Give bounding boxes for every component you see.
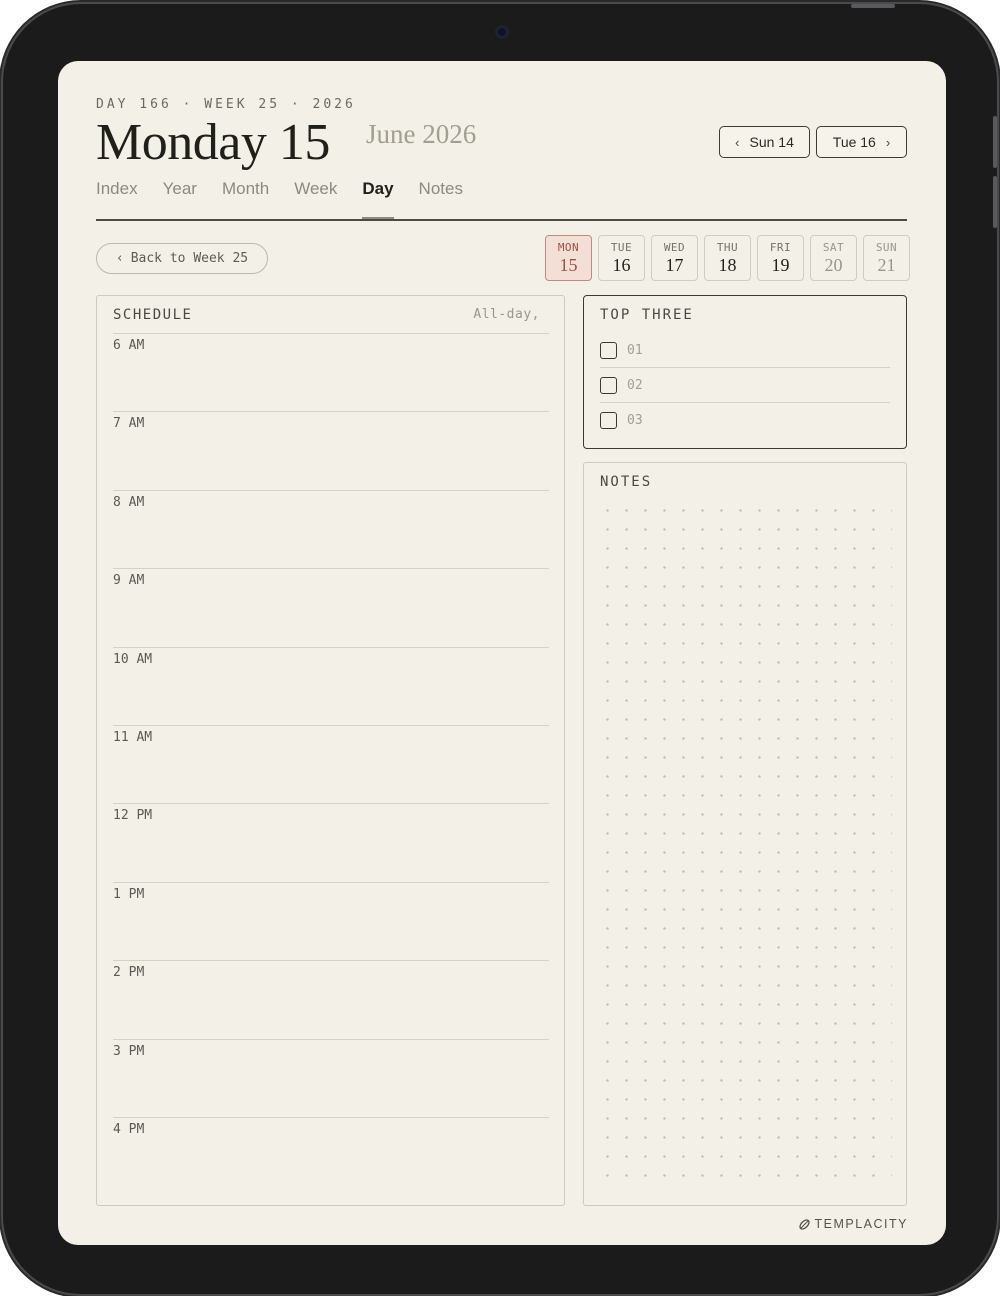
hour-label: 3 PM (113, 1043, 145, 1059)
previous-day-button[interactable]: ‹ Sun 14 (719, 126, 810, 158)
checkbox[interactable] (600, 412, 617, 429)
day-cell-sat[interactable]: SAT 20 (810, 235, 857, 281)
planner-page: DAY 166 · WEEK 25 · 2026 Monday 15 June … (58, 61, 946, 1245)
week-day-strip: MON 15 TUE 16 WED 17 THU 18 FRI 19 SAT 2… (545, 235, 910, 281)
notes-title: NOTES (600, 474, 653, 490)
month-subtitle: June 2026 (366, 119, 477, 149)
hour-slot[interactable]: 7 AM (113, 411, 549, 489)
next-day-label: Tue 16 (832, 134, 876, 150)
page-title: Monday 15 (96, 114, 330, 171)
tab-divider (96, 219, 907, 221)
top-three-item-label[interactable]: 03 (627, 413, 643, 428)
hour-list: 6 AM 7 AM 8 AM 9 AM 10 AM 11 AM 12 PM 1 … (113, 333, 549, 1195)
day-number: 19 (771, 255, 790, 275)
schedule-title: SCHEDULE (113, 307, 193, 323)
brand-name: TEMPLACITY (814, 1217, 908, 1231)
hour-label: 4 PM (113, 1121, 145, 1137)
back-to-week-label: Back to Week 25 (130, 251, 249, 266)
hour-slot[interactable]: 2 PM (113, 960, 549, 1038)
dot-grid (598, 501, 892, 1191)
day-name: TUE (610, 241, 633, 254)
hour-label: 2 PM (113, 965, 145, 981)
day-cell-thu[interactable]: THU 18 (704, 235, 751, 281)
tab-week[interactable]: Week (294, 179, 337, 219)
hour-label: 7 AM (113, 416, 145, 432)
hour-slot[interactable]: 1 PM (113, 881, 549, 960)
chevron-left-icon: ‹ (735, 134, 740, 150)
hour-slot[interactable]: 9 AM (113, 568, 549, 646)
top-three-list: 01 02 03 (600, 333, 890, 438)
camera-icon (495, 25, 509, 39)
day-cell-sun[interactable]: SUN 21 (863, 235, 910, 281)
day-cell-fri[interactable]: FRI 19 (757, 235, 804, 281)
hour-slot[interactable]: 8 AM (113, 489, 549, 568)
day-number: 17 (665, 255, 684, 275)
tab-year[interactable]: Year (163, 179, 197, 219)
checkbox[interactable] (600, 376, 617, 394)
hour-slot[interactable]: 10 AM (113, 646, 549, 725)
day-cell-wed[interactable]: WED 17 (651, 235, 698, 281)
schedule-panel[interactable]: SCHEDULE All-day, 6 AM 7 AM 8 AM 9 AM 10… (96, 295, 565, 1206)
previous-day-label: Sun 14 (749, 134, 794, 150)
volume-down-button (993, 176, 997, 228)
day-number: 18 (718, 255, 737, 275)
day-name: SAT (822, 241, 845, 254)
hour-slot[interactable]: 3 PM (113, 1038, 549, 1117)
tab-bar: Index Year Month Week Day Notes (96, 179, 488, 219)
hour-slot[interactable]: 12 PM (113, 803, 549, 881)
day-number: 20 (824, 255, 843, 275)
next-day-button[interactable]: Tue 16 › (816, 126, 907, 158)
tab-month[interactable]: Month (222, 179, 269, 219)
day-name: THU (716, 241, 739, 254)
day-name: FRI (769, 241, 792, 254)
hour-label: 12 PM (113, 808, 153, 824)
top-three-item-label[interactable]: 02 (627, 378, 643, 393)
hour-slot[interactable]: 11 AM (113, 724, 549, 803)
hour-label: 8 AM (113, 494, 145, 510)
hour-label: 1 PM (113, 886, 145, 902)
all-day-label: All-day, (473, 307, 540, 322)
top-three-item: 02 (600, 368, 890, 403)
brand-logo: TEMPLACITY (798, 1217, 909, 1231)
top-three-item: 01 (600, 333, 890, 368)
day-name: WED (663, 241, 686, 254)
chevron-left-icon: ‹ (115, 251, 124, 266)
day-cell-mon[interactable]: MON 15 (545, 235, 592, 281)
back-to-week-button[interactable]: ‹ Back to Week 25 (96, 243, 268, 274)
top-three-item: 03 (600, 403, 890, 438)
volume-up-button (993, 116, 997, 168)
day-number: 15 (559, 255, 578, 275)
hour-slot[interactable]: 6 AM (113, 333, 549, 411)
day-name: SUN (875, 241, 898, 254)
chevron-right-icon: › (885, 134, 891, 150)
hour-label: 10 AM (113, 651, 153, 667)
tab-index[interactable]: Index (96, 179, 138, 219)
checkbox[interactable] (600, 341, 617, 359)
notes-panel[interactable]: NOTES (583, 462, 907, 1206)
hour-label: 9 AM (113, 573, 145, 589)
date-meta: DAY 166 · WEEK 25 · 2026 (96, 97, 356, 112)
day-number: 16 (612, 255, 631, 275)
top-three-item-label[interactable]: 01 (627, 343, 643, 358)
day-name: MON (557, 241, 580, 254)
tab-day[interactable]: Day (362, 179, 394, 219)
top-three-title: TOP THREE (600, 307, 694, 323)
hour-label: 6 AM (113, 338, 145, 353)
top-button (851, 4, 895, 8)
hour-label: 11 AM (113, 729, 153, 745)
tab-notes[interactable]: Notes (419, 179, 463, 219)
day-cell-tue[interactable]: TUE 16 (598, 235, 645, 281)
day-number: 21 (877, 255, 896, 275)
tablet-frame: DAY 166 · WEEK 25 · 2026 Monday 15 June … (3, 4, 997, 1294)
top-three-panel: TOP THREE 01 02 03 (583, 295, 907, 449)
hour-slot[interactable]: 4 PM (113, 1116, 549, 1195)
brand-leaf-icon (798, 1218, 810, 1230)
